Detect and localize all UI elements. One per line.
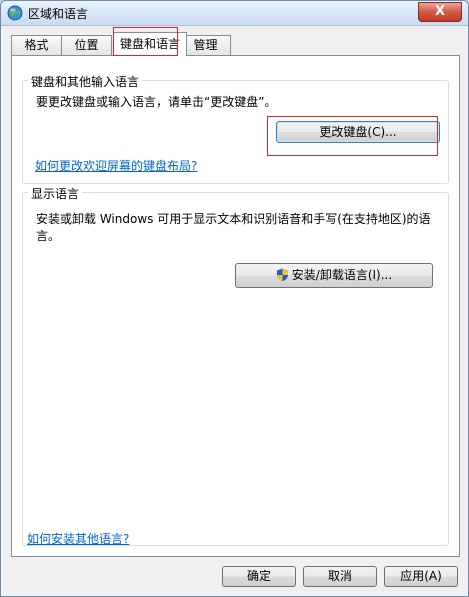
keyboard-group-title: 键盘和其他输入语言 (28, 73, 143, 90)
install-languages-label: 安装/卸载语言(I)... (291, 268, 393, 282)
tab-keyboards-languages[interactable]: 键盘和语言 (113, 32, 187, 56)
tab-location[interactable]: 位置 (61, 35, 112, 55)
region-language-dialog: 区域和语言 X 格式 位置 键盘和语言 管理 键盘和其他输入语言 要更改键盘或输… (0, 0, 469, 597)
display-description: 安装或卸载 Windows 可用于显示文本和识别语音和手写(在支持地区)的语言。 (36, 212, 431, 243)
install-other-languages-link[interactable]: 如何安装其他语言? (27, 530, 129, 547)
tab-administrative[interactable]: 管理 (180, 35, 231, 55)
close-button[interactable]: X (418, 2, 462, 22)
tab-formats[interactable]: 格式 (11, 35, 62, 55)
globe-icon (7, 5, 23, 21)
change-keyboard-button[interactable]: 更改键盘(C)... (276, 121, 440, 143)
tab-strip: 格式 位置 键盘和语言 管理 (11, 32, 461, 56)
apply-button[interactable]: 应用(A) (384, 566, 458, 587)
install-languages-button[interactable]: 安装/卸载语言(I)... (235, 263, 433, 288)
tab-panel: 键盘和其他输入语言 要更改键盘或输入语言，请单击“更改键盘”。 更改键盘(C).… (11, 55, 460, 557)
uac-shield-icon (276, 268, 288, 282)
close-icon: X (434, 4, 446, 19)
welcome-screen-layout-link[interactable]: 如何更改欢迎屏幕的键盘布局? (35, 157, 197, 174)
window-title: 区域和语言 (28, 7, 89, 21)
display-group-title: 显示语言 (28, 185, 83, 202)
display-language-group: 显示语言 安装或卸载 Windows 可用于显示文本和识别语音和手写(在支持地区… (22, 185, 449, 546)
cancel-button[interactable]: 取消 (303, 566, 377, 587)
keyboard-description: 要更改键盘或输入语言，请单击“更改键盘”。 (36, 95, 277, 109)
ok-button[interactable]: 确定 (222, 566, 296, 587)
title-bar[interactable]: 区域和语言 X (1, 1, 468, 26)
